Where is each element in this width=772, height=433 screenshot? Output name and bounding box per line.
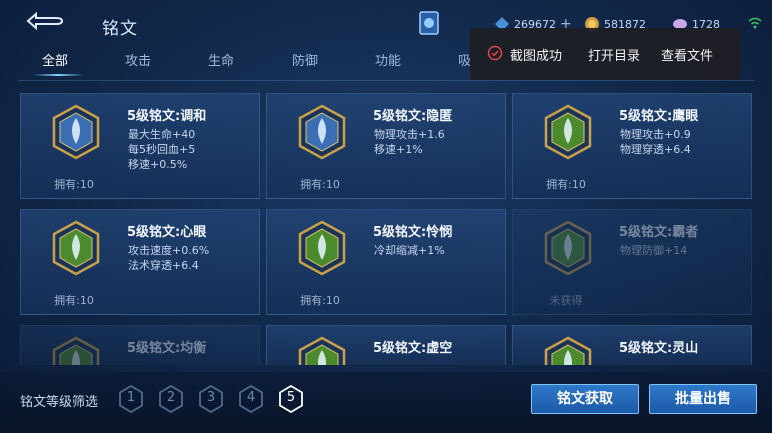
rune-emblem-icon [52,104,100,160]
rune-emblem-icon [52,220,100,276]
tab-attack[interactable]: 攻击 [125,52,151,76]
check-circle-icon [487,45,503,61]
rune-emblem-icon [52,336,100,365]
rune-owned-count: 拥有:10 [54,178,94,191]
back-arrow-icon[interactable] [22,10,66,32]
rune-emblem-icon [544,336,592,365]
rune-card[interactable]: 5级铭文:灵山 [512,325,752,365]
rune-stats: 攻击速度+0.6% 法术穿透+6.4 [128,243,209,273]
level-filter-label-num: 1 [126,390,136,405]
tab-all-label: 全部 [42,54,69,69]
rune-owned-count: 拥有:10 [54,294,94,307]
rune-stat: 移速+0.5% [128,158,188,171]
rune-stat: 攻击速度+0.6% [128,244,210,257]
rune-stat: 物理防御+14 [620,244,688,257]
rune-owned-count: 拥有:10 [300,294,340,307]
rune-stat: 每5秒回血+5 [128,143,196,156]
rune-book-icon[interactable] [418,10,440,36]
rune-acquire-button[interactable]: 铭文获取 [531,384,639,414]
rune-stat: 物理攻击+0.9 [620,128,691,141]
tab-defense[interactable]: 防御 [292,52,318,76]
rune-name: 5级铭文:鹰眼 [619,109,699,124]
rune-name: 5级铭文:怜悯 [373,225,453,240]
level-filter-5[interactable]: 5 [278,384,304,414]
rune-stats: 物理防御+14 [620,243,687,258]
rune-owned-count: 拥有:10 [546,178,586,191]
level-filter-1[interactable]: 1 [118,384,144,414]
level-filter-label-num: 5 [286,390,296,405]
tab-all[interactable]: 全部 [32,52,84,76]
screenshot-toast: 截图成功 打开目录 查看文件 [470,28,740,80]
level-filter-3[interactable]: 3 [198,384,224,414]
rune-stat: 移速+1% [374,143,423,156]
rune-stats: 最大生命+40 每5秒回血+5 移速+0.5% [128,127,195,172]
level-filter-label-num: 2 [166,390,176,405]
open-directory-link[interactable]: 打开目录 [588,45,640,64]
tab-health-label: 生命 [208,54,235,69]
tab-utility[interactable]: 功能 [375,52,401,76]
rune-emblem-icon [298,220,346,276]
rune-emblem-icon [298,336,346,365]
rune-name: 5级铭文:灵山 [619,341,699,356]
tab-active-indicator [32,74,84,76]
level-filter-2[interactable]: 2 [158,384,184,414]
view-file-link[interactable]: 查看文件 [661,45,713,64]
rune-owned-count: 未获得 [549,294,583,307]
rune-stat: 法术穿透+6.4 [128,259,199,272]
rune-stats: 物理攻击+1.6 移速+1% [374,127,445,157]
rune-card[interactable]: 5级铭文:隐匿 物理攻击+1.6 移速+1% 拥有:10 [266,93,506,199]
rune-stat: 物理攻击+1.6 [374,128,445,141]
rune-emblem-icon [298,104,346,160]
rune-emblem-icon [544,104,592,160]
rune-card[interactable]: 5级铭文:心眼 攻击速度+0.6% 法术穿透+6.4 拥有:10 [20,209,260,315]
rune-stat: 冷却缩减+1% [374,244,445,257]
rune-emblem-icon [544,220,592,276]
rune-name: 5级铭文:心眼 [127,225,207,240]
rune-card[interactable]: 5级铭文:均衡 [20,325,260,365]
rune-name: 5级铭文:霸者 [619,225,699,240]
rune-owned-count: 拥有:10 [300,178,340,191]
rune-stats: 冷却缩减+1% [374,243,445,258]
rune-card[interactable]: 5级铭文:调和 最大生命+40 每5秒回血+5 移速+0.5% 拥有:10 [20,93,260,199]
rune-name: 5级铭文:调和 [127,109,207,124]
tab-utility-label: 功能 [375,54,402,69]
rune-card[interactable]: 5级铭文:霸者 物理防御+14 未获得 [512,209,752,315]
level-filter-label-num: 3 [206,390,216,405]
level-filter-4[interactable]: 4 [238,384,264,414]
tabs-divider [18,80,754,81]
rune-name: 5级铭文:均衡 [127,341,207,356]
tab-attack-label: 攻击 [125,54,152,69]
page-title: 铭文 [102,19,138,39]
rune-card[interactable]: 5级铭文:怜悯 冷却缩减+1% 拥有:10 [266,209,506,315]
rune-name: 5级铭文:隐匿 [373,109,453,124]
rune-card[interactable]: 5级铭文:鹰眼 物理攻击+0.9 物理穿透+6.4 拥有:10 [512,93,752,199]
rune-stat: 最大生命+40 [128,128,196,141]
rune-name: 5级铭文:虚空 [373,341,453,356]
bulk-sell-button[interactable]: 批量出售 [649,384,757,414]
rune-stats: 物理攻击+0.9 物理穿透+6.4 [620,127,691,157]
category-tabs: 全部 攻击 生命 防御 功能 吸 [18,52,498,82]
rune-stat: 物理穿透+6.4 [620,143,691,156]
level-filter-label: 铭文等级筛选 [20,395,99,410]
wifi-icon [748,17,762,29]
tab-health[interactable]: 生命 [208,52,234,76]
tab-defense-label: 防御 [292,54,319,69]
level-filter-label-num: 4 [246,390,256,405]
toast-message: 截图成功 [510,49,563,64]
rune-card[interactable]: 5级铭文:虚空 [266,325,506,365]
